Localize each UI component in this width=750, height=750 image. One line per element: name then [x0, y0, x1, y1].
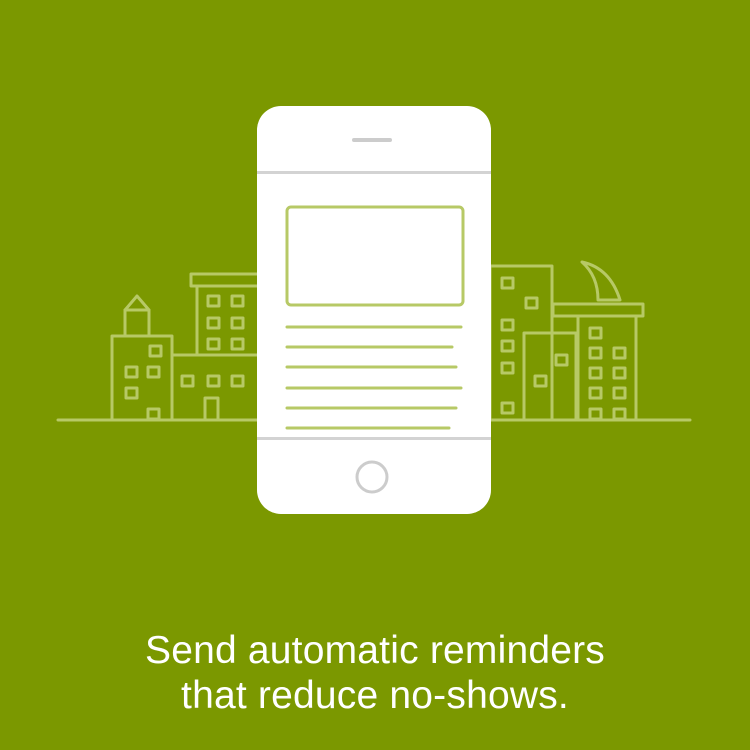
onboarding-illustration	[56, 106, 692, 514]
onboarding-screen: Send automatic reminders that reduce no-…	[0, 0, 750, 750]
onboarding-caption: Send automatic reminders that reduce no-…	[0, 628, 750, 718]
home-button-icon	[355, 460, 389, 494]
caption-line-1: Send automatic reminders	[144, 629, 606, 672]
caption-line-2: that reduce no-shows.	[181, 674, 569, 717]
smartphone-icon	[257, 106, 491, 514]
